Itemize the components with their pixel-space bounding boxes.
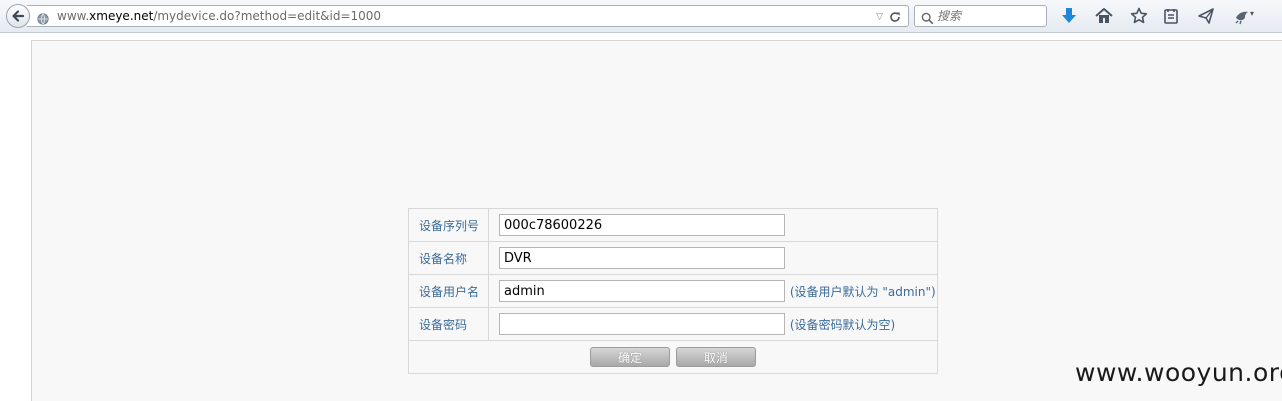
bookmarks-list-icon[interactable] [1161, 6, 1181, 26]
form-row-buttons: 确定 取消 [408, 340, 938, 374]
url-domain: xmeye.net [89, 9, 154, 23]
device-name-label: 设备名称 [408, 241, 489, 275]
confirm-button[interactable]: 确定 [590, 347, 671, 367]
serial-label: 设备序列号 [408, 208, 489, 242]
bookmark-star-icon[interactable] [1129, 6, 1149, 26]
addon-dropdown-icon[interactable]: ▾ [1250, 9, 1254, 18]
page-content: 设备序列号 设备名称 设备用户名 (设备用户默认为 "admin") 设备密码 … [31, 40, 1282, 401]
serial-input[interactable] [499, 214, 785, 236]
form-row-serial: 设备序列号 [408, 208, 938, 242]
form-row-username: 设备用户名 (设备用户默认为 "admin") [408, 274, 938, 308]
username-label: 设备用户名 [408, 274, 489, 308]
watermark: www.wooyun.org [1075, 358, 1282, 387]
password-label: 设备密码 [408, 307, 489, 341]
addon-icon[interactable] [1232, 6, 1252, 26]
search-box[interactable] [914, 5, 1047, 27]
username-hint: (设备用户默认为 "admin") [789, 284, 936, 299]
browser-toolbar: www.xmeye.net/mydevice.do?method=edit&id… [0, 0, 1282, 33]
password-input[interactable] [499, 313, 785, 335]
device-name-input[interactable] [499, 247, 785, 269]
download-icon[interactable] [1059, 6, 1079, 26]
back-button[interactable] [6, 4, 30, 28]
cancel-button[interactable]: 取消 [675, 347, 756, 367]
home-icon[interactable] [1094, 6, 1114, 26]
address-bar[interactable]: www.xmeye.net/mydevice.do?method=edit&id… [27, 5, 909, 27]
url-path: /mydevice.do?method=edit&id=1000 [153, 9, 382, 23]
history-dropdown-icon[interactable]: ▽ [876, 12, 883, 22]
device-edit-form: 设备序列号 设备名称 设备用户名 (设备用户默认为 "admin") 设备密码 … [408, 208, 938, 374]
form-row-name: 设备名称 [408, 241, 938, 275]
search-icon [921, 10, 934, 29]
search-input[interactable] [937, 8, 1037, 24]
url-prefix: www. [57, 9, 90, 23]
form-row-password: 设备密码 (设备密码默认为空) [408, 307, 938, 341]
url-text[interactable]: www.xmeye.net/mydevice.do?method=edit&id… [57, 9, 381, 23]
back-arrow-icon [12, 10, 25, 22]
username-input[interactable] [499, 280, 785, 302]
globe-icon [37, 10, 49, 25]
password-hint: (设备密码默认为空) [789, 317, 896, 332]
reload-icon[interactable] [888, 9, 902, 23]
send-icon[interactable] [1196, 6, 1216, 26]
